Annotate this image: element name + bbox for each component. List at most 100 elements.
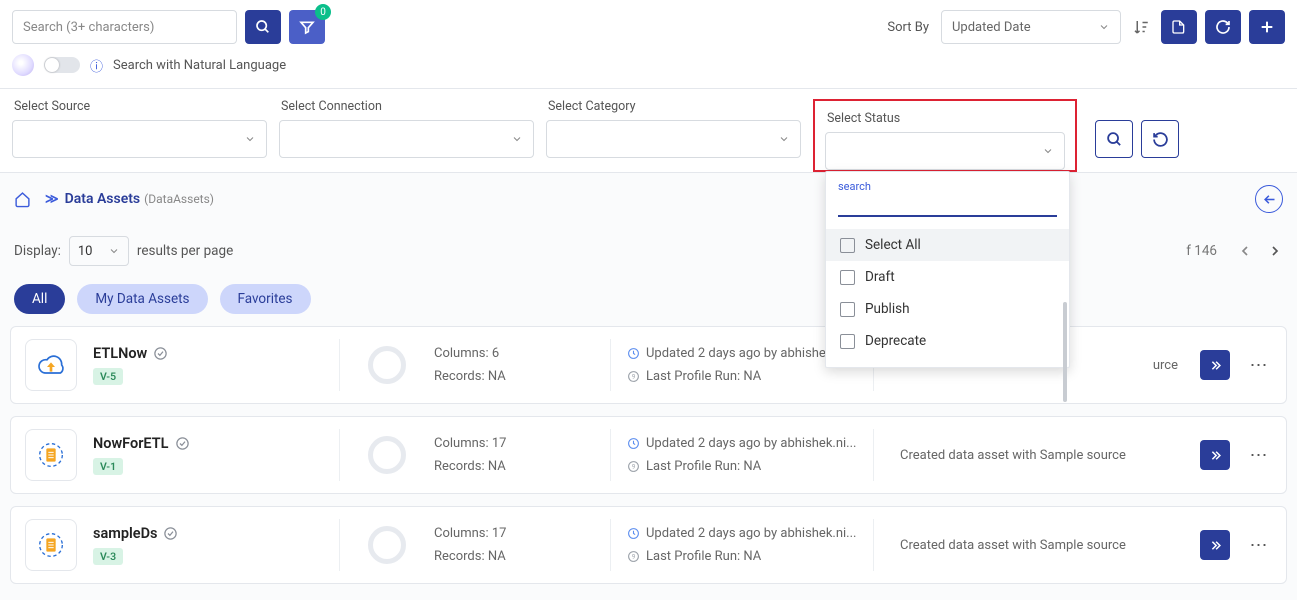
add-button[interactable] bbox=[1249, 10, 1285, 44]
more-menu-button[interactable]: ⋯ bbox=[1246, 355, 1272, 376]
export-button[interactable] bbox=[1161, 10, 1197, 44]
display-label: Display: bbox=[14, 243, 61, 259]
profile-run-icon: 9 bbox=[627, 370, 640, 383]
expand-button[interactable] bbox=[1200, 350, 1230, 380]
status-option-select-all[interactable]: Select All bbox=[826, 229, 1069, 261]
breadcrumb-sub: (DataAssets) bbox=[144, 192, 214, 206]
verified-icon bbox=[153, 346, 168, 361]
svg-text:9: 9 bbox=[632, 374, 635, 381]
profile-run-text: Last Profile Run: NA bbox=[646, 369, 761, 384]
profile-run-icon: 9 bbox=[627, 460, 640, 473]
divider bbox=[873, 519, 874, 571]
breadcrumb-title[interactable]: Data Assets bbox=[65, 191, 141, 207]
chevron-right-icon: ≫ bbox=[45, 192, 59, 207]
columns-count: Columns: 6 bbox=[434, 346, 594, 361]
select-source-label: Select Source bbox=[12, 99, 267, 114]
profile-run-icon: 9 bbox=[627, 550, 640, 563]
tab-my-data-assets[interactable]: My Data Assets bbox=[77, 284, 207, 314]
clock-icon bbox=[627, 527, 640, 540]
back-button[interactable] bbox=[1255, 185, 1283, 213]
records-count: Records: NA bbox=[434, 369, 594, 384]
select-source[interactable] bbox=[12, 120, 267, 158]
select-connection[interactable] bbox=[279, 120, 534, 158]
tab-favorites[interactable]: Favorites bbox=[220, 284, 311, 314]
asset-card: NowForETL V-1 Columns: 17 Records: NA Update… bbox=[10, 416, 1287, 494]
expand-button[interactable] bbox=[1200, 440, 1230, 470]
asset-type-icon bbox=[25, 339, 77, 391]
more-menu-button[interactable]: ⋯ bbox=[1246, 445, 1272, 466]
prev-page-button[interactable] bbox=[1237, 243, 1253, 259]
asset-title[interactable]: ETLNow bbox=[93, 345, 147, 362]
checkbox-icon bbox=[840, 238, 855, 253]
divider bbox=[610, 339, 611, 391]
version-badge: V-5 bbox=[93, 368, 123, 385]
asset-type-icon bbox=[25, 519, 77, 571]
apply-filters-button[interactable] bbox=[1095, 120, 1133, 158]
records-count: Records: NA bbox=[434, 459, 594, 474]
reset-filters-button[interactable] bbox=[1141, 120, 1179, 158]
nl-toggle[interactable] bbox=[44, 57, 80, 73]
asset-description: Created data asset with Sample source bbox=[890, 448, 1184, 463]
pagination-info: f 146 bbox=[1186, 243, 1217, 259]
info-icon: ⓘ bbox=[90, 56, 103, 75]
divider bbox=[339, 429, 340, 481]
divider bbox=[610, 429, 611, 481]
nl-globe-icon bbox=[12, 54, 34, 76]
status-option-deprecate[interactable]: Deprecate bbox=[826, 325, 1069, 357]
tab-all[interactable]: All bbox=[14, 284, 65, 314]
asset-title[interactable]: NowForETL bbox=[93, 435, 169, 452]
more-menu-button[interactable]: ⋯ bbox=[1246, 535, 1272, 556]
page-size-select[interactable]: 10 bbox=[69, 236, 129, 266]
sort-by-label: Sort By bbox=[887, 20, 929, 35]
records-count: Records: NA bbox=[434, 549, 594, 564]
status-highlight-box: Select Status search Select All Draft bbox=[813, 99, 1077, 172]
divider bbox=[873, 429, 874, 481]
nl-label: Search with Natural Language bbox=[113, 58, 286, 73]
global-search-input[interactable]: Search (3+ characters) bbox=[12, 10, 237, 44]
asset-description: Created data asset with Sample source bbox=[890, 538, 1184, 553]
filter-button[interactable]: 0 bbox=[289, 10, 325, 44]
clock-icon bbox=[627, 437, 640, 450]
rpp-label: results per page bbox=[137, 243, 233, 259]
status-option-publish[interactable]: Publish bbox=[826, 293, 1069, 325]
sort-direction-button[interactable] bbox=[1129, 15, 1153, 39]
asset-title[interactable]: sampleDs bbox=[93, 525, 157, 542]
status-search-label: search bbox=[838, 180, 1057, 193]
status-option-draft[interactable]: Draft bbox=[826, 261, 1069, 293]
asset-type-icon bbox=[25, 429, 77, 481]
dropdown-scrollbar[interactable] bbox=[1063, 302, 1067, 402]
progress-ring bbox=[368, 436, 406, 474]
verified-icon bbox=[163, 526, 178, 541]
expand-button[interactable] bbox=[1200, 530, 1230, 560]
checkbox-icon bbox=[840, 270, 855, 285]
status-search-input[interactable] bbox=[838, 193, 1057, 217]
profile-run-text: Last Profile Run: NA bbox=[646, 459, 761, 474]
divider bbox=[339, 339, 340, 391]
progress-ring bbox=[368, 526, 406, 564]
divider bbox=[610, 519, 611, 571]
sort-by-select[interactable]: Updated Date bbox=[941, 10, 1121, 44]
updated-text: Updated 2 days ago by abhishek.ni... bbox=[646, 436, 856, 451]
select-category[interactable] bbox=[546, 120, 801, 158]
progress-ring bbox=[368, 346, 406, 384]
verified-icon bbox=[175, 436, 190, 451]
checkbox-icon bbox=[840, 334, 855, 349]
next-page-button[interactable] bbox=[1267, 243, 1283, 259]
profile-run-text: Last Profile Run: NA bbox=[646, 549, 761, 564]
columns-count: Columns: 17 bbox=[434, 436, 594, 451]
svg-text:9: 9 bbox=[632, 554, 635, 561]
columns-count: Columns: 17 bbox=[434, 526, 594, 541]
checkbox-icon bbox=[840, 302, 855, 317]
asset-card: sampleDs V-3 Columns: 17 Records: NA Updated… bbox=[10, 506, 1287, 584]
refresh-button[interactable] bbox=[1205, 10, 1241, 44]
asset-card: ETLNowV-5Columns: 6Records: NAUpdated 2 … bbox=[10, 326, 1287, 404]
select-category-label: Select Category bbox=[546, 99, 801, 114]
divider bbox=[339, 519, 340, 571]
version-badge: V-1 bbox=[93, 458, 123, 475]
version-badge: V-3 bbox=[93, 548, 123, 565]
select-status[interactable] bbox=[825, 132, 1065, 170]
select-status-label: Select Status bbox=[825, 111, 1065, 126]
updated-text: Updated 2 days ago by abhishek.ni... bbox=[646, 526, 856, 541]
home-icon[interactable] bbox=[14, 191, 31, 208]
search-button[interactable] bbox=[245, 10, 281, 44]
